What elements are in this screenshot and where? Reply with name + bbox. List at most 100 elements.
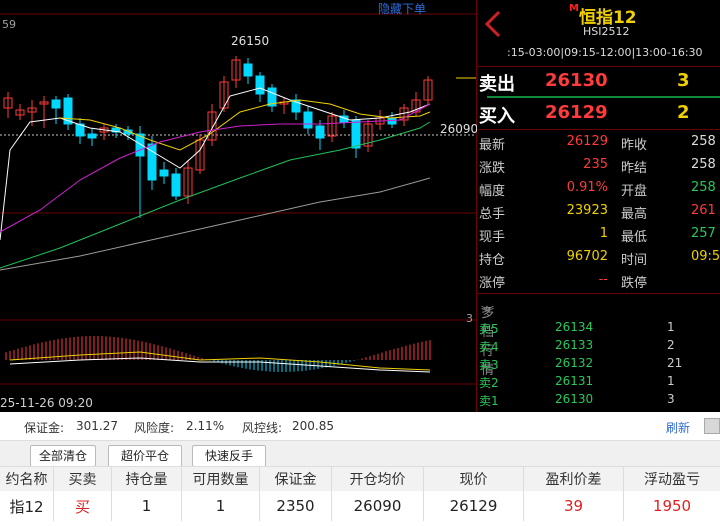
stat-value: 09:57: bbox=[691, 249, 720, 264]
header-side: 买卖 bbox=[54, 467, 112, 491]
positions-table-header: 约名称 买卖 持仓量 可用数量 保证金 开仓均价 现价 盈利价差 浮动盈亏 bbox=[0, 466, 720, 492]
depth-row[interactable]: 卖5 26134 1 bbox=[477, 319, 720, 337]
stat-label: 涨停 bbox=[479, 276, 506, 291]
stat-value: 26129 bbox=[566, 134, 608, 149]
high-price-label: 26150 bbox=[231, 34, 270, 48]
header-margin: 保证金 bbox=[260, 467, 332, 491]
depth-row[interactable]: 卖3 26132 21 bbox=[477, 355, 720, 373]
candle-body bbox=[243, 63, 253, 77]
table-row[interactable]: 指12 买 1 1 2350 26090 26129 39 1950 bbox=[0, 491, 720, 521]
quick-reverse-button[interactable]: 快速反手 bbox=[192, 445, 266, 467]
ask-label: 卖出 bbox=[479, 74, 515, 95]
scale-label-top: 59 bbox=[2, 18, 16, 31]
depth-volume: 21 bbox=[667, 356, 683, 370]
depth-row[interactable]: 卖4 26133 2 bbox=[477, 337, 720, 355]
margin-label: 保证金: bbox=[24, 421, 65, 435]
stat-row: 涨停 -- 跌停 bbox=[477, 269, 720, 292]
candle-body bbox=[51, 99, 61, 109]
ask-volume: 3 bbox=[677, 70, 690, 91]
depth-volume: 1 bbox=[667, 374, 675, 388]
indicator-line bbox=[9, 357, 431, 373]
bid-price: 26129 bbox=[545, 102, 608, 123]
cell-price-diff: 39 bbox=[524, 491, 624, 521]
header-current-price: 现价 bbox=[424, 467, 524, 491]
cell-current-price: 26129 bbox=[424, 491, 524, 521]
stat-label: 跌停 bbox=[621, 276, 648, 291]
header-floating-pl: 浮动盈亏 bbox=[644, 472, 700, 488]
stat-label: 昨结 bbox=[621, 161, 648, 176]
stat-row: 持仓 96702 时间 09:57: bbox=[477, 246, 720, 269]
header-available: 可用数量 bbox=[182, 467, 260, 491]
ask-price: 26130 bbox=[545, 70, 608, 91]
settings-icon[interactable] bbox=[704, 418, 720, 434]
stat-label: 涨跌 bbox=[479, 161, 506, 176]
stat-value: 0.91% bbox=[566, 180, 608, 195]
stat-label: 开盘 bbox=[621, 184, 648, 199]
over-price-close-button[interactable]: 超价平仓 bbox=[108, 445, 182, 467]
bid-row[interactable]: 买入 26129 2 bbox=[477, 99, 720, 129]
depth-price: 26133 bbox=[555, 338, 594, 352]
header-avg-open: 开仓均价 bbox=[332, 467, 424, 491]
stat-row: 现手 1 最低 257 bbox=[477, 223, 720, 246]
stat-row: 涨跌 235 昨结 258 bbox=[477, 154, 720, 177]
cell-avg-open: 26090 bbox=[332, 491, 424, 521]
depth-label: 卖1 bbox=[479, 394, 499, 408]
stat-value: 257 bbox=[691, 226, 716, 241]
stat-label: 现手 bbox=[479, 230, 506, 245]
depth-price: 26132 bbox=[555, 356, 594, 370]
quote-header: M恒指12 HSI2512 :15-03:00|09:15-12:00|13:0… bbox=[477, 0, 720, 67]
cell-available: 1 bbox=[182, 491, 260, 521]
refresh-button[interactable]: 刷新 bbox=[666, 419, 690, 436]
stat-value: 235 bbox=[583, 157, 608, 172]
kline-chart[interactable] bbox=[0, 0, 476, 412]
stat-row: 总手 23923 最高 261 bbox=[477, 200, 720, 223]
candle-body bbox=[87, 133, 97, 139]
candle-body bbox=[303, 111, 313, 129]
ask-row[interactable]: 卖出 26130 3 bbox=[477, 67, 720, 97]
depth-label: 卖3 bbox=[479, 358, 499, 372]
depth-toggle[interactable]: 多档行情 ︾ bbox=[477, 293, 720, 378]
depth-price: 26130 bbox=[555, 392, 594, 406]
depth-volume: 3 bbox=[667, 392, 675, 406]
time-label: 25-11-26 09:20 bbox=[0, 396, 93, 410]
trading-hours: :15-03:00|09:15-12:00|13:00-16:30 bbox=[507, 46, 703, 59]
cell-position: 1 bbox=[112, 491, 182, 521]
stat-value: 1 bbox=[599, 226, 608, 241]
scale-label-bottom: 3 bbox=[466, 312, 473, 325]
stat-label: 昨收 bbox=[621, 138, 648, 153]
risk-label: 风险度: bbox=[134, 421, 175, 435]
stat-label: 时间 bbox=[621, 253, 648, 268]
header-price-diff: 盈利价差 bbox=[524, 467, 624, 491]
stat-value: 258 bbox=[691, 134, 716, 149]
stat-value: 261 bbox=[691, 203, 716, 218]
candle-body bbox=[351, 119, 361, 149]
stat-value: 258 bbox=[691, 180, 716, 195]
moving-average-line bbox=[0, 121, 431, 269]
bid-label: 买入 bbox=[479, 106, 515, 127]
stat-row: 最新 26129 昨收 258 bbox=[477, 131, 720, 154]
kline-chart-panel[interactable]: 59 隐藏下单 26150 26090 3 25-11-26 09:20 bbox=[0, 0, 478, 412]
account-info-bar: 保证金: 301.27 风险度: 2.11% 风控线: 200.85 刷新 bbox=[0, 412, 720, 441]
cell-side: 买 bbox=[54, 491, 112, 521]
close-all-button[interactable]: 全部清仓 bbox=[30, 445, 96, 467]
stat-label: 幅度 bbox=[479, 184, 506, 199]
back-arrow-icon[interactable] bbox=[483, 10, 505, 38]
contract-code: HSI2512 bbox=[583, 25, 630, 38]
margin-value: 301.27 bbox=[76, 419, 118, 433]
depth-price: 26131 bbox=[555, 374, 594, 388]
ask-bid-divider bbox=[487, 96, 720, 98]
quote-divider bbox=[477, 129, 720, 130]
cell-floating-pl: 1950 bbox=[652, 497, 692, 515]
depth-row[interactable]: 卖1 26130 3 bbox=[477, 391, 720, 409]
bid-volume: 2 bbox=[677, 102, 690, 123]
header-position: 持仓量 bbox=[112, 467, 182, 491]
depth-row[interactable]: 卖2 26131 1 bbox=[477, 373, 720, 391]
control-value: 200.85 bbox=[292, 419, 334, 433]
depth-price: 26134 bbox=[555, 320, 594, 334]
candle-body bbox=[171, 173, 181, 197]
hide-order-link[interactable]: 隐藏下单 bbox=[378, 0, 426, 17]
market-mark: M bbox=[569, 3, 579, 14]
stat-value: 258 bbox=[691, 157, 716, 172]
header-contract: 约名称 bbox=[0, 467, 54, 491]
candle-body bbox=[159, 169, 169, 177]
